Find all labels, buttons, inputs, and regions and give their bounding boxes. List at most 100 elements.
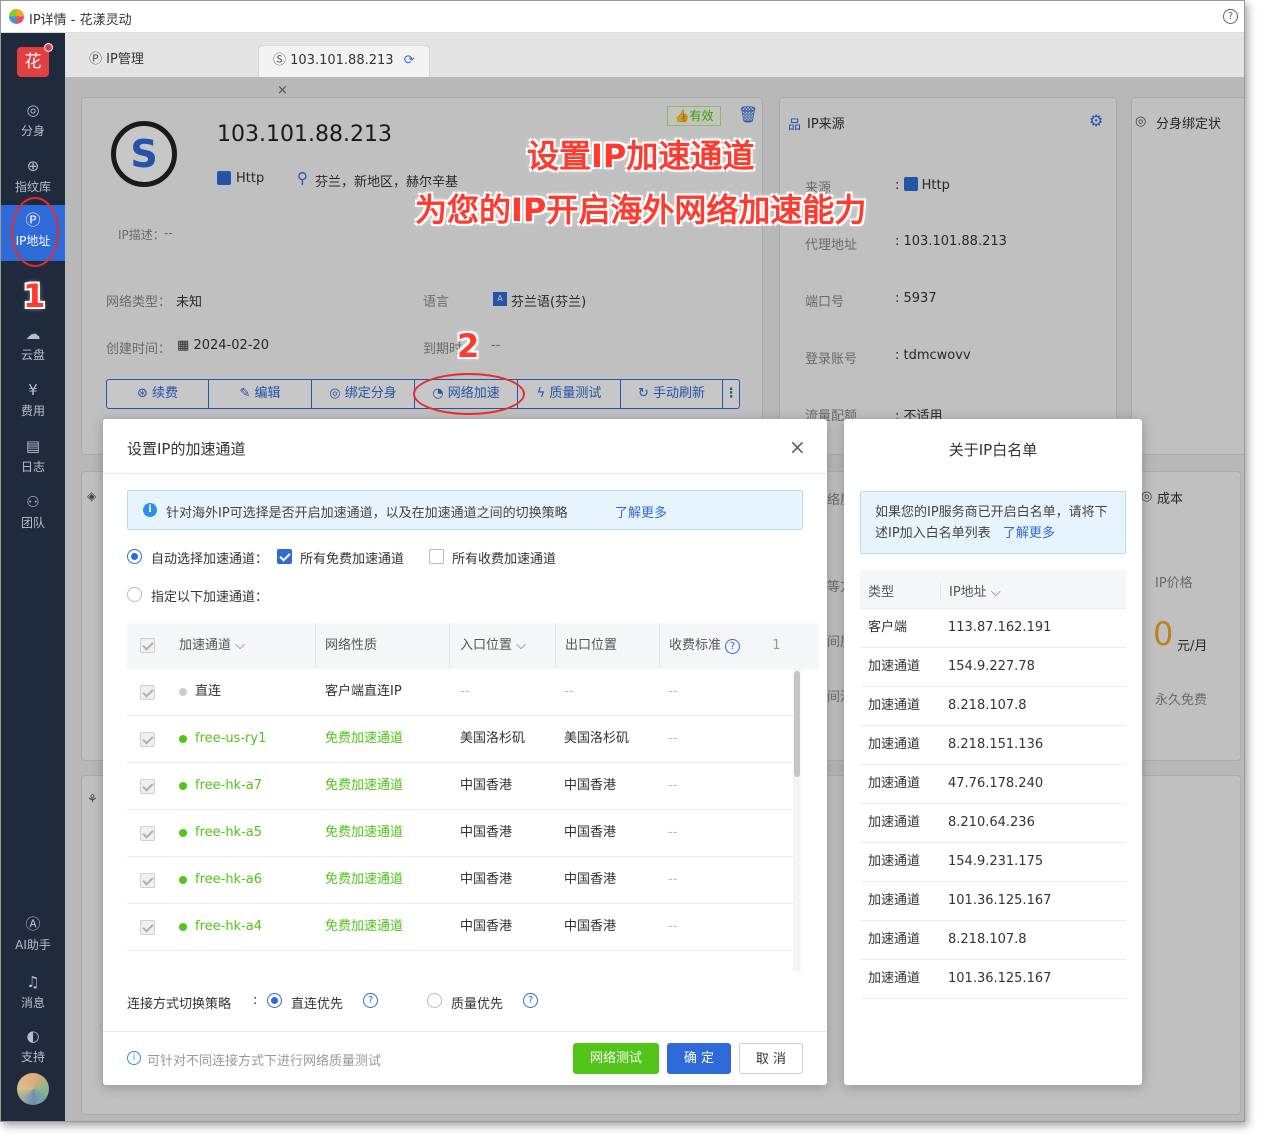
bell-icon: ♫ — [26, 973, 40, 991]
annotation-step-2: 2 — [457, 327, 480, 365]
refresh-icon[interactable]: ⟳ — [404, 53, 415, 68]
tab-ip-management[interactable]: Ⓟ IP管理 — [75, 45, 158, 77]
channel-name-text: free-hk-a5 — [195, 825, 263, 840]
annotation-ring-accel — [413, 373, 525, 415]
table-row[interactable]: free-hk-a7 免费加速通道 中国香港 中国香港 -- — [127, 763, 801, 810]
table-row[interactable]: free-hk-a6 免费加速通道 中国香港 中国香港 -- — [127, 857, 801, 904]
sidebar-item-support[interactable]: ◐ 支持 — [1, 1021, 65, 1073]
cancel-button[interactable]: 取 消 — [739, 1043, 803, 1074]
wl-type: 加速通道 — [868, 854, 921, 869]
tab-ip-detail[interactable]: Ⓢ 103.101.88.213 ⟳ × — [258, 45, 430, 98]
network-test-button[interactable]: 网络测试 — [573, 1043, 659, 1074]
confirm-button[interactable]: 确 定 — [667, 1043, 731, 1074]
whitelist-panel: 关于IP白名单 如果您的IP服务商已开启白名单，请将下述IP加入白名单列表 了解… — [844, 419, 1142, 1085]
list-item: 客户端 113.87.162.191 — [860, 609, 1126, 648]
whitelist-learn-more-link[interactable]: 了解更多 — [1003, 526, 1055, 541]
chevron-down-icon: ⌵ — [516, 638, 527, 653]
help-circle-icon[interactable]: ? — [725, 639, 741, 654]
sidebar-item-avatars[interactable]: ◎ 分身 — [1, 95, 65, 147]
dialog-footer-divider — [103, 1031, 827, 1032]
auto-select-label: 自动选择加速通道： — [151, 552, 269, 567]
col-entry-label: 入口位置 — [460, 638, 513, 653]
wl-ip: 113.87.162.191 — [948, 620, 1052, 635]
table-scrollbar-track[interactable] — [793, 669, 801, 971]
paid-all-label: 所有收费加速通道 — [452, 552, 557, 567]
ip-icon: Ⓟ — [89, 52, 103, 67]
info-icon: i — [143, 503, 157, 517]
sidebar-item-label: 消息 — [20, 996, 45, 1010]
channel-fee: -- — [668, 778, 678, 793]
close-icon[interactable]: × — [789, 435, 806, 459]
sidebar-item-ai[interactable]: Ⓐ AI助手 — [1, 909, 65, 961]
chevron-down-icon: ⌵ — [990, 585, 1001, 600]
wl-ip: 8.218.151.136 — [948, 737, 1044, 752]
sidebar-item-team[interactable]: ⚇ 团队 — [1, 487, 65, 539]
table-scrollbar-thumb[interactable] — [794, 671, 800, 777]
sidebar-item-label: 支持 — [20, 1050, 45, 1064]
col-channel[interactable]: 加速通道 ⌵ — [171, 623, 311, 669]
sidebar-item-fingerprint[interactable]: ⊕ 指纹库 — [1, 151, 65, 203]
wl-type: 客户端 — [868, 620, 908, 635]
tab-bar: Ⓟ IP管理 Ⓢ 103.101.88.213 ⟳ × — [65, 33, 1244, 98]
channel-entry: 中国香港 — [460, 872, 513, 887]
annotation-subheading: 为您的IP开启海外网络加速能力 — [415, 191, 867, 229]
help-icon[interactable]: ? — [1223, 9, 1238, 24]
row-checkbox[interactable] — [140, 873, 155, 888]
wl-type: 加速通道 — [868, 659, 921, 674]
col-entry[interactable]: 入口位置 ⌵ — [449, 623, 553, 669]
help-circle-icon[interactable]: ? — [363, 993, 378, 1008]
tab-label: 103.101.88.213 — [290, 53, 394, 68]
channel-exit: 美国洛杉矶 — [564, 731, 630, 746]
channel-entry: 中国香港 — [460, 919, 513, 934]
sidebar-item-cloud[interactable]: ☁ 云盘 — [1, 319, 65, 371]
sidebar-item-logs[interactable]: ▤ 日志 — [1, 431, 65, 483]
auto-select-radio[interactable] — [127, 549, 142, 564]
row-checkbox[interactable] — [140, 685, 155, 700]
accel-dialog: 设置IP的加速通道 × i 针对海外IP可选择是否开启加速通道，以及在加速通道之… — [103, 419, 827, 1085]
manual-select-radio[interactable] — [127, 587, 142, 602]
wl-type: 加速通道 — [868, 971, 921, 986]
headset-icon: ◐ — [26, 1027, 40, 1045]
wl-ip: 154.9.227.78 — [948, 659, 1035, 674]
row-checkbox[interactable] — [140, 779, 155, 794]
table-row[interactable]: free-hk-a5 免费加速通道 中国香港 中国香港 -- — [127, 810, 801, 857]
channel-name: free-us-ry1 — [179, 716, 266, 762]
list-item: 加速通道 8.218.151.136 — [860, 726, 1126, 765]
row-checkbox[interactable] — [140, 920, 155, 935]
free-all-label: 所有免费加速通道 — [300, 552, 405, 567]
list-item: 加速通道 101.36.125.167 — [860, 882, 1126, 921]
strategy-quality-radio[interactable] — [427, 993, 442, 1008]
row-checkbox[interactable] — [140, 826, 155, 841]
channel-name-text: free-us-ry1 — [195, 731, 267, 746]
col-channel-label: 加速通道 — [179, 638, 232, 653]
table-row[interactable]: free-hk-a4 免费加速通道 中国香港 中国香港 -- — [127, 904, 801, 951]
row-checkbox[interactable] — [140, 732, 155, 747]
user-avatar[interactable] — [17, 1073, 49, 1105]
sidebar-item-messages[interactable]: ♫ 消息 — [1, 967, 65, 1019]
footer-tip: 可针对不同连接方式下进行网络质量测试 — [147, 1054, 382, 1069]
manual-select-label: 指定以下加速通道： — [151, 590, 269, 605]
log-icon: ▤ — [25, 437, 41, 455]
col-ip[interactable]: IP地址 ⌵ — [949, 581, 1001, 600]
info-icon: i — [127, 1051, 141, 1065]
col-extra: 1 — [772, 638, 781, 653]
strategy-direct-radio[interactable] — [267, 993, 282, 1008]
table-row[interactable]: free-us-ry1 免费加速通道 美国洛杉矶 美国洛杉矶 -- — [127, 716, 801, 763]
channel-type: 客户端直连IP — [325, 684, 402, 699]
info-learn-more-link[interactable]: 了解更多 — [615, 502, 667, 521]
col-fee-label: 收费标准 — [669, 638, 722, 653]
channel-fee: -- — [668, 919, 678, 934]
help-circle-icon[interactable]: ? — [523, 993, 538, 1008]
dialog-divider — [103, 473, 827, 474]
table-row[interactable]: 直连 客户端直连IP -- -- -- — [127, 669, 801, 716]
list-item: 加速通道 47.76.178.240 — [860, 765, 1126, 804]
select-all-checkbox[interactable] — [140, 638, 155, 653]
free-all-checkbox[interactable] — [277, 549, 292, 564]
sidebar-item-billing[interactable]: ¥ 费用 — [1, 375, 65, 427]
wl-ip: 154.9.231.175 — [948, 854, 1044, 869]
brand-logo[interactable]: 花 — [17, 43, 53, 77]
channel-type: 免费加速通道 — [325, 919, 404, 934]
channel-entry: 中国香港 — [460, 825, 513, 840]
channel-name-text: free-hk-a4 — [195, 919, 263, 934]
paid-all-checkbox[interactable] — [429, 549, 444, 564]
